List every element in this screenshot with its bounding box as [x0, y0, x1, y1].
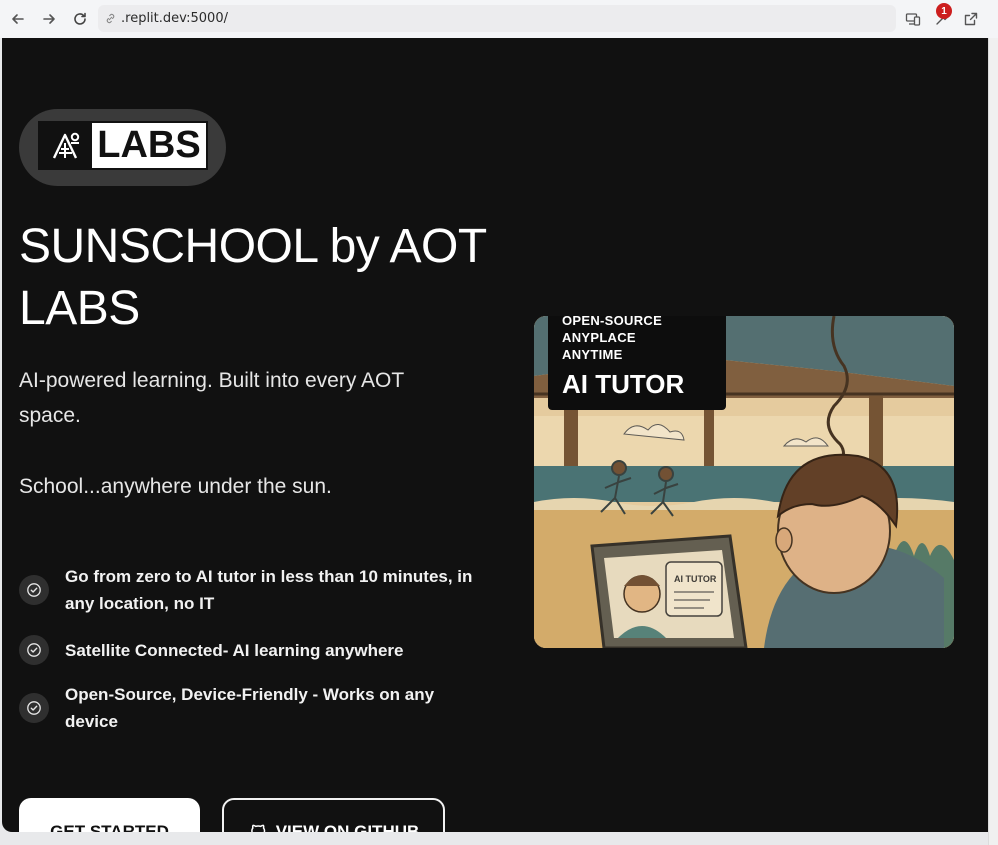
- feature-text: Open-Source, Device-Friendly - Works on …: [65, 685, 435, 731]
- check-circle-icon: [19, 693, 49, 723]
- browser-toolbar: .replit.dev:5000/ 1: [0, 0, 998, 38]
- arrow-left-icon: [12, 14, 24, 24]
- view-on-github-label: VIEW ON GITHUB: [275, 822, 420, 832]
- arrow-right-icon: [43, 14, 55, 24]
- github-icon: [250, 824, 265, 832]
- ai-tutor-badge: OPEN-SOURCE ANYPLACE ANYTIME AI TUTOR: [548, 316, 726, 410]
- feature-text: Satellite Connected- AI learning anywher…: [65, 640, 404, 660]
- check-circle-icon: [19, 635, 49, 665]
- logo-pill[interactable]: LABS: [19, 109, 226, 186]
- page-title: SUNSCHOOL by AOT LABS: [19, 220, 486, 335]
- external-link-icon: [964, 12, 978, 26]
- check-circle-icon: [19, 575, 49, 605]
- aot-triangle-icon: [40, 123, 92, 168]
- forward-button[interactable]: [38, 8, 60, 30]
- devices-icon: [905, 13, 921, 26]
- feature-text: Go from zero to AI tutor in less than 10…: [65, 567, 473, 613]
- feature-item: Open-Source, Device-Friendly - Works on …: [19, 681, 485, 735]
- link-icon: [106, 13, 115, 24]
- badge-line-1: OPEN-SOURCE: [562, 316, 663, 328]
- hero-illustration: AI TUTOR OPEN-SOURCE ANYPLACE ANYTIME AI…: [534, 316, 954, 648]
- hero-subtitle: AI-powered learning. Built into every AO…: [19, 369, 404, 427]
- hero-tagline: School...anywhere under the sun.: [19, 475, 332, 498]
- open-external-button[interactable]: [961, 9, 981, 29]
- get-started-label: GET STARTED: [50, 822, 169, 832]
- get-started-button[interactable]: GET STARTED: [19, 798, 200, 832]
- back-button[interactable]: [7, 8, 29, 30]
- page-viewport: LABS SUNSCHOOL by AOT LABS AI-powered le…: [2, 38, 988, 832]
- badge-title: AI TUTOR: [562, 369, 685, 399]
- feature-item: Satellite Connected- AI learning anywher…: [19, 635, 485, 665]
- window-bottom-edge: [0, 832, 988, 845]
- address-bar[interactable]: .replit.dev:5000/: [98, 5, 896, 32]
- badge-line-2: ANYPLACE: [562, 330, 636, 345]
- feature-item: Go from zero to AI tutor in less than 10…: [19, 563, 485, 617]
- notification-badge: 1: [936, 3, 952, 19]
- view-on-github-button[interactable]: VIEW ON GITHUB: [222, 798, 445, 832]
- reload-button[interactable]: [69, 8, 91, 30]
- url-text: .replit.dev:5000/: [121, 11, 228, 26]
- reload-icon: [74, 12, 86, 25]
- logo-text: LABS: [97, 124, 201, 166]
- scrollbar[interactable]: [988, 38, 998, 845]
- badge-line-3: ANYTIME: [562, 347, 623, 362]
- logo: LABS: [38, 121, 208, 170]
- devices-button[interactable]: [903, 9, 923, 29]
